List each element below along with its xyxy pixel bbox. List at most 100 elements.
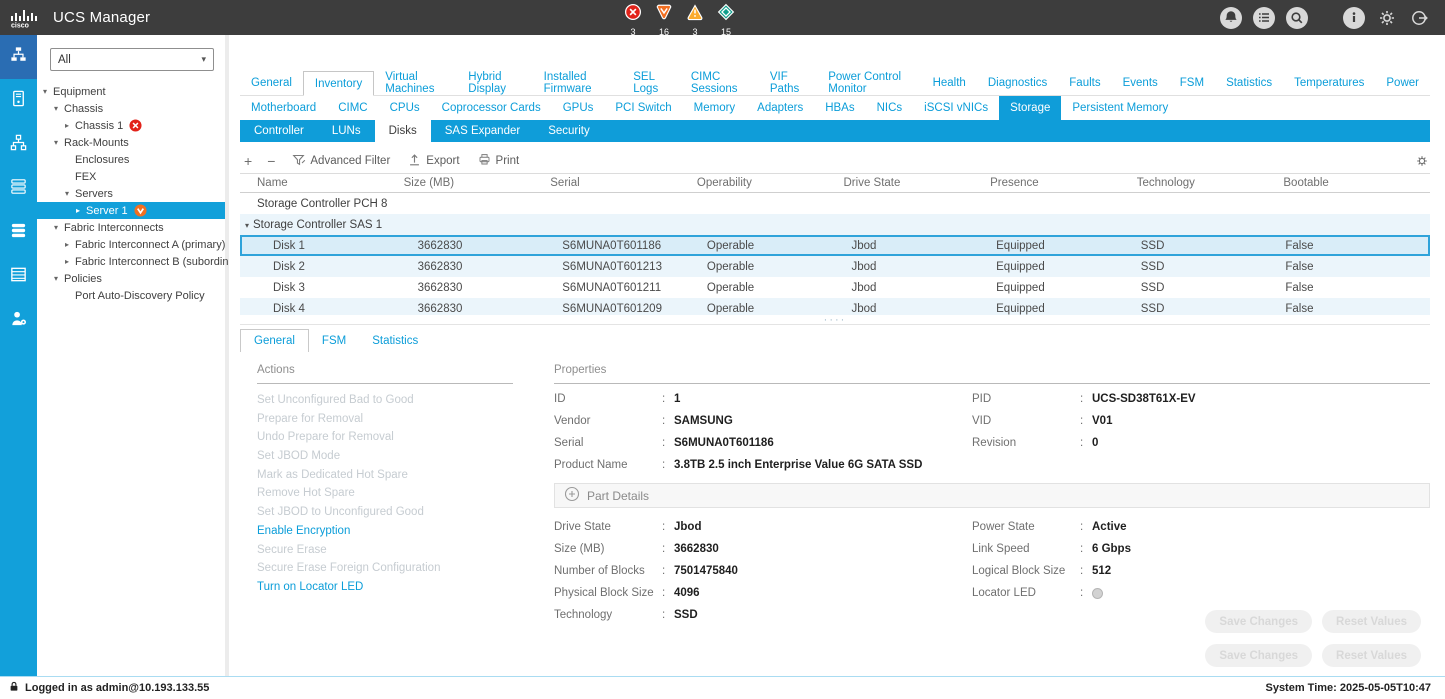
- fault-badge-critical[interactable]: 3: [622, 3, 644, 37]
- table-row-disk-3[interactable]: Disk 33662830S6MUNA0T601211OperableJbodE…: [240, 277, 1430, 298]
- tree-item-rack-mounts[interactable]: ▾Rack-Mounts: [37, 134, 225, 151]
- print-button[interactable]: Print: [472, 152, 525, 170]
- subtab-gpus[interactable]: GPUs: [552, 96, 605, 120]
- expander-arrow-icon[interactable]: ▸: [65, 257, 75, 266]
- export-button[interactable]: Export: [402, 152, 464, 170]
- subtab-adapters[interactable]: Adapters: [746, 96, 814, 120]
- action-enable-encryption[interactable]: Enable Encryption: [257, 522, 513, 541]
- tab-cimc-sessions[interactable]: CIMC Sessions: [680, 71, 759, 95]
- save-changes-button[interactable]: Save Changes: [1205, 610, 1312, 633]
- subtab-hbas[interactable]: HBAs: [814, 96, 865, 120]
- gear-icon[interactable]: [1376, 7, 1398, 29]
- subtab-memory[interactable]: Memory: [683, 96, 747, 120]
- expander-arrow-icon[interactable]: ▾: [54, 104, 64, 113]
- rail-item-admin[interactable]: [0, 299, 37, 343]
- list-icon[interactable]: [1253, 7, 1275, 29]
- subtab-persistent-memory[interactable]: Persistent Memory: [1061, 96, 1179, 120]
- subtab-cimc[interactable]: CIMC: [327, 96, 378, 120]
- table-settings-gear-icon[interactable]: [1414, 153, 1430, 169]
- tree-item-fabric-interconnect-b-subordinate[interactable]: ▸Fabric Interconnect B (subordinate): [37, 253, 225, 270]
- rail-item-servers[interactable]: [0, 79, 37, 123]
- tree-item-chassis[interactable]: ▾Chassis: [37, 100, 225, 117]
- table-row-storage-controller-pch-8[interactable]: Storage Controller PCH 8: [240, 193, 1430, 214]
- fault-badge-minor[interactable]: 3: [684, 3, 706, 37]
- rail-item-equipment[interactable]: [0, 35, 37, 79]
- expander-arrow-icon[interactable]: ▸: [65, 121, 75, 130]
- expander-arrow-icon[interactable]: ▸: [65, 240, 75, 249]
- storage-tab-security[interactable]: Security: [534, 120, 604, 142]
- expander-arrow-icon[interactable]: ▾: [54, 223, 64, 232]
- save-changes-button[interactable]: Save Changes: [1205, 644, 1312, 667]
- detail-tab-general[interactable]: General: [240, 329, 309, 352]
- part-details-expander[interactable]: Part Details: [554, 483, 1430, 508]
- tab-health[interactable]: Health: [922, 71, 977, 95]
- column-header-operability[interactable]: Operability: [697, 177, 844, 189]
- tree-filter-select[interactable]: All ▾: [50, 48, 214, 71]
- column-header-bootable[interactable]: Bootable: [1283, 177, 1430, 189]
- tree-item-port-auto-discovery-policy[interactable]: Port Auto-Discovery Policy: [37, 287, 225, 304]
- subtab-nics[interactable]: NICs: [866, 96, 914, 120]
- storage-tab-controller[interactable]: Controller: [240, 120, 318, 142]
- tab-faults[interactable]: Faults: [1058, 71, 1111, 95]
- bell-icon[interactable]: [1220, 7, 1242, 29]
- add-button[interactable]: +: [240, 153, 256, 169]
- reset-values-button[interactable]: Reset Values: [1322, 644, 1421, 667]
- tree-item-equipment[interactable]: ▾Equipment: [37, 83, 225, 100]
- tab-virtual-machines[interactable]: Virtual Machines: [374, 71, 457, 95]
- tree-item-fabric-interconnects[interactable]: ▾Fabric Interconnects: [37, 219, 225, 236]
- tree-item-fabric-interconnect-a-primary[interactable]: ▸Fabric Interconnect A (primary): [37, 236, 225, 253]
- tree-item-server-1[interactable]: ▸Server 1: [37, 202, 225, 219]
- table-row-disk-4[interactable]: Disk 43662830S6MUNA0T601209OperableJbodE…: [240, 298, 1430, 315]
- logout-icon[interactable]: [1409, 7, 1431, 29]
- advanced-filter-button[interactable]: Advanced Filter: [286, 152, 395, 170]
- pane-splitter[interactable]: ····: [240, 315, 1430, 325]
- subtab-iscsi-vnics[interactable]: iSCSI vNICs: [913, 96, 999, 120]
- tab-general[interactable]: General: [240, 71, 303, 95]
- column-header-serial[interactable]: Serial: [550, 177, 697, 189]
- expander-arrow-icon[interactable]: ▾: [65, 189, 75, 198]
- column-header-size-mb[interactable]: Size (MB): [404, 177, 551, 189]
- expander-arrow-icon[interactable]: ▾: [54, 138, 64, 147]
- storage-tab-disks[interactable]: Disks: [375, 120, 431, 142]
- rail-item-vm[interactable]: [0, 211, 37, 255]
- rail-item-san[interactable]: [0, 167, 37, 211]
- action-turn-on-locator-led[interactable]: Turn on Locator LED: [257, 578, 513, 597]
- tab-temperatures[interactable]: Temperatures: [1283, 71, 1375, 95]
- tab-power[interactable]: Power: [1375, 71, 1430, 95]
- tree-item-chassis-1[interactable]: ▸Chassis 1: [37, 117, 225, 134]
- tab-events[interactable]: Events: [1112, 71, 1169, 95]
- storage-tab-sas-expander[interactable]: SAS Expander: [431, 120, 534, 142]
- expander-arrow-icon[interactable]: ▾: [54, 274, 64, 283]
- subtab-cpus[interactable]: CPUs: [379, 96, 431, 120]
- remove-button[interactable]: −: [263, 153, 279, 169]
- rail-item-storage[interactable]: [0, 255, 37, 299]
- info-icon[interactable]: [1343, 7, 1365, 29]
- tab-installed-firmware[interactable]: Installed Firmware: [533, 71, 623, 95]
- tab-sel-logs[interactable]: SEL Logs: [622, 71, 680, 95]
- table-row-storage-controller-sas-1[interactable]: ▾Storage Controller SAS 1: [240, 214, 1430, 235]
- reset-values-button[interactable]: Reset Values: [1322, 610, 1421, 633]
- table-row-disk-1[interactable]: Disk 13662830S6MUNA0T601186OperableJbodE…: [240, 235, 1430, 256]
- tree-item-servers[interactable]: ▾Servers: [37, 185, 225, 202]
- subtab-storage[interactable]: Storage: [999, 96, 1061, 120]
- fault-badge-healthy[interactable]: 15: [715, 3, 737, 37]
- column-header-drive-state[interactable]: Drive State: [844, 177, 991, 189]
- tab-statistics[interactable]: Statistics: [1215, 71, 1283, 95]
- tab-vif-paths[interactable]: VIF Paths: [759, 71, 817, 95]
- subtab-coprocessor-cards[interactable]: Coprocessor Cards: [431, 96, 552, 120]
- column-header-presence[interactable]: Presence: [990, 177, 1137, 189]
- tab-inventory[interactable]: Inventory: [303, 71, 374, 96]
- fault-badge-major[interactable]: 16: [653, 3, 675, 37]
- table-row-disk-2[interactable]: Disk 23662830S6MUNA0T601213OperableJbodE…: [240, 256, 1430, 277]
- tree-item-policies[interactable]: ▾Policies: [37, 270, 225, 287]
- group-expander-icon[interactable]: ▾: [245, 221, 249, 230]
- tree-item-enclosures[interactable]: Enclosures: [37, 151, 225, 168]
- expander-arrow-icon[interactable]: ▸: [76, 206, 86, 215]
- detail-tab-statistics[interactable]: Statistics: [359, 329, 431, 352]
- tree-item-fex[interactable]: FEX: [37, 168, 225, 185]
- tab-diagnostics[interactable]: Diagnostics: [977, 71, 1058, 95]
- column-header-technology[interactable]: Technology: [1137, 177, 1284, 189]
- storage-tab-luns[interactable]: LUNs: [318, 120, 375, 142]
- column-header-name[interactable]: Name: [240, 177, 404, 189]
- subtab-pci-switch[interactable]: PCI Switch: [604, 96, 682, 120]
